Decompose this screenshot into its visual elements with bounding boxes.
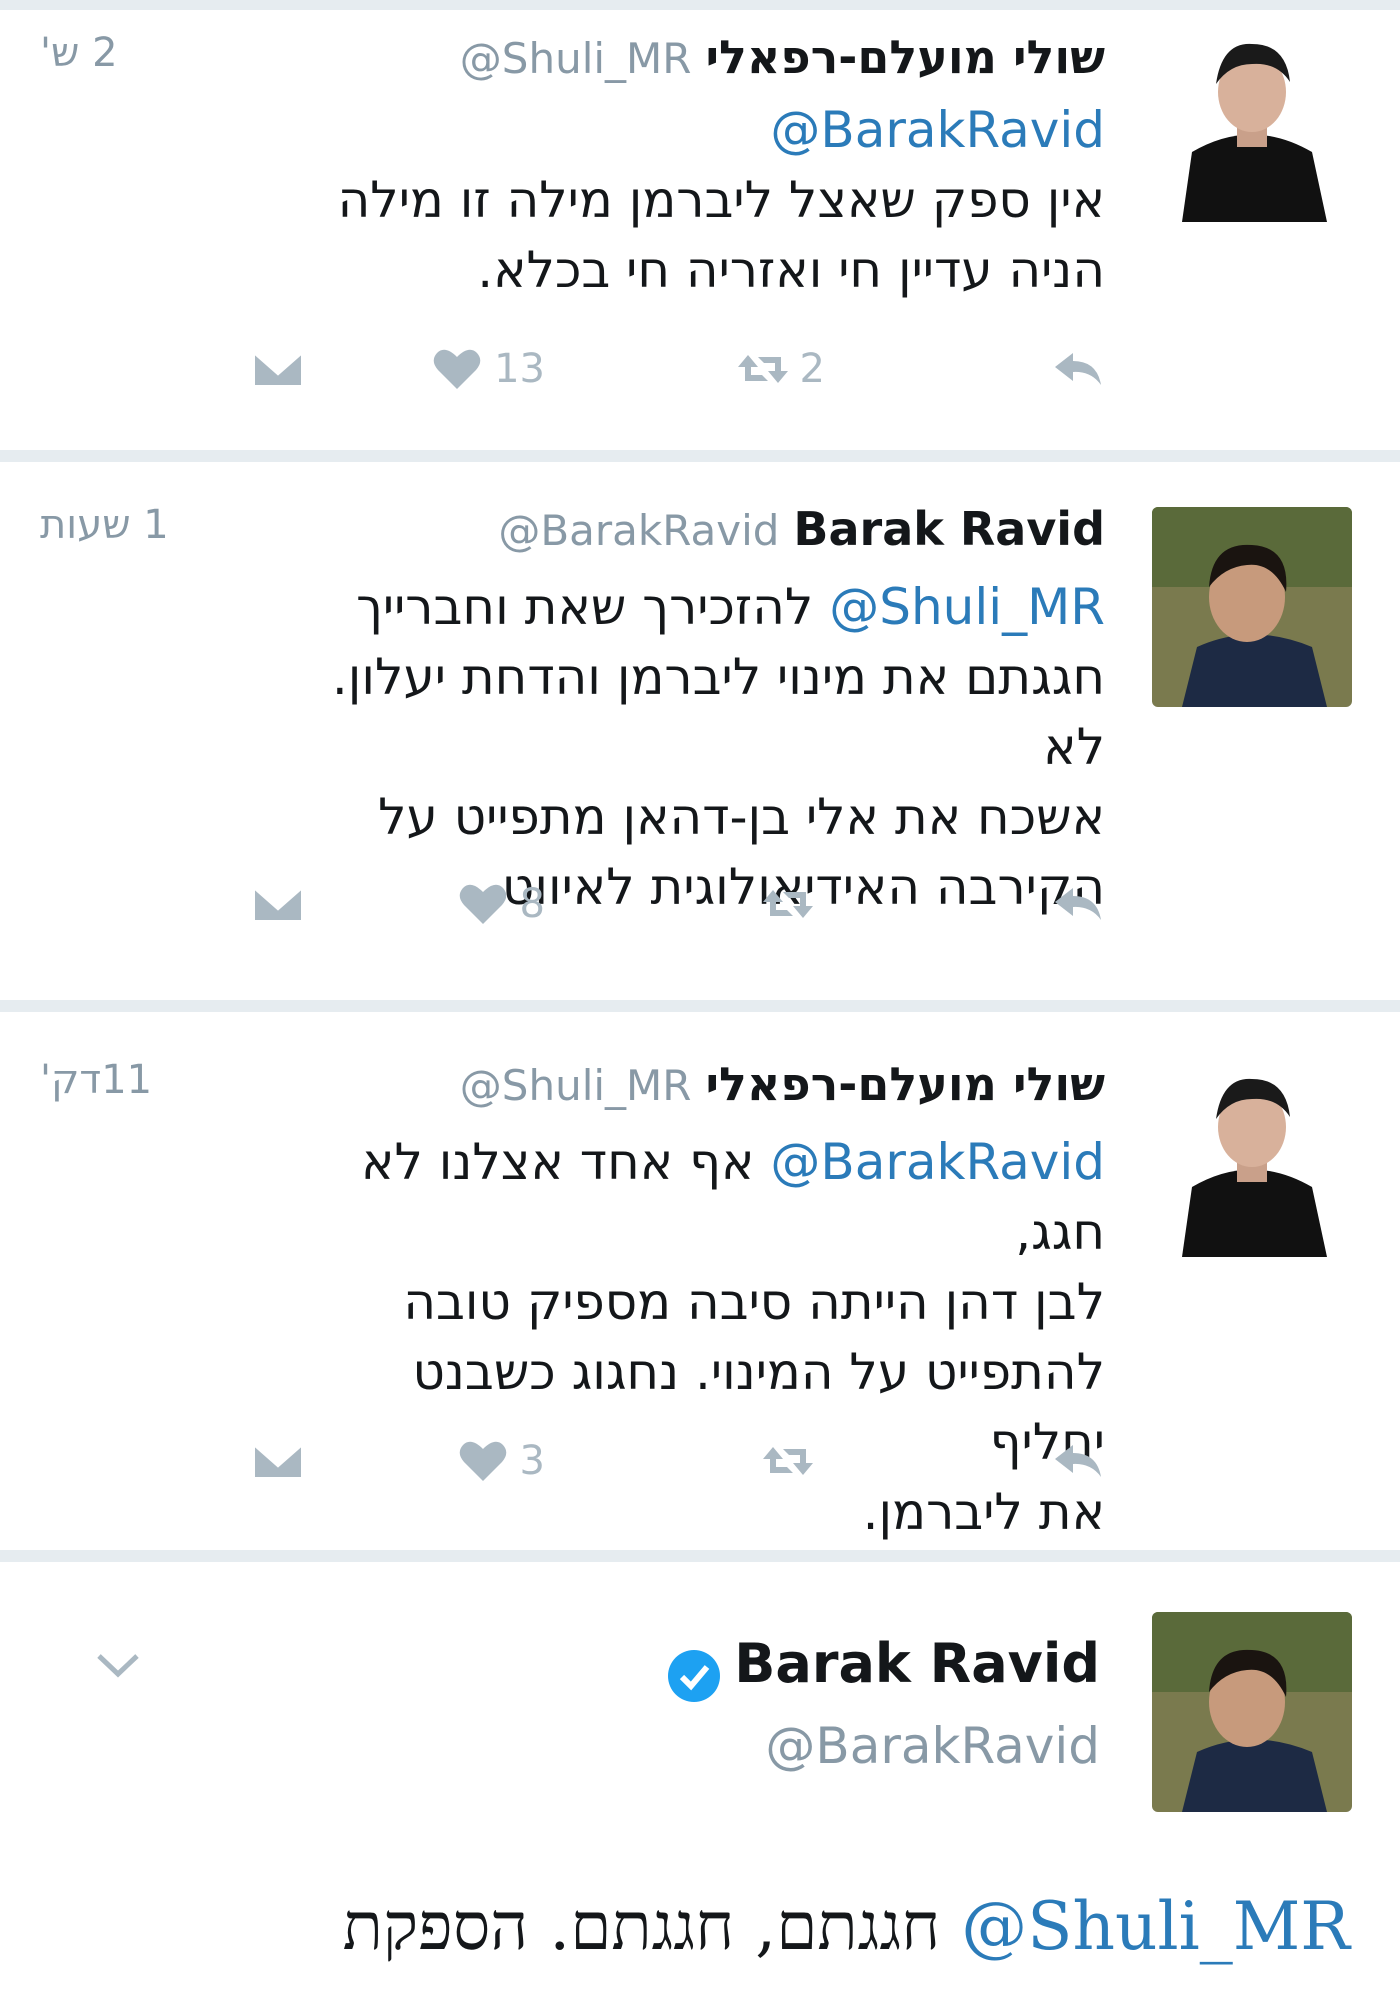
tweet-text-line: אין ספק שאצל ליברמן מילה זו מילה [337,171,1105,229]
envelope-icon [251,884,305,924]
top-divider [0,0,1400,10]
focused-tweet-text-content: חגגתם, חגגתם. הספקת [342,1888,941,1965]
tweet-author-name[interactable]: שולי מועלם-רפאלי [705,30,1105,84]
envelope-icon [251,1441,305,1481]
tweet-timestamp[interactable]: 2 ש' [40,30,118,76]
tweet-2[interactable]: Barak Ravid @BarakRavid 1 שעות @Shuli_MR … [0,462,1400,1000]
like-button[interactable]: 8 [456,880,545,928]
heart-icon [459,1441,506,1481]
focused-tweet[interactable]: Barak Ravid @BarakRavid @Shuli_MR חגגתם,… [0,1562,1400,2000]
focused-tweet-text: @Shuli_MR חגגתם, חגגתם. הספקת [40,1887,1350,1967]
retweet-icon [763,890,813,918]
reply-button[interactable] [1051,880,1105,928]
tweet-1[interactable]: שולי מועלם-רפאלי @Shuli_MR 2 ש' @BarakRav… [0,10,1400,450]
retweet-count: 2 [799,346,825,392]
retweet-button[interactable] [761,880,825,928]
tweet-author-handle[interactable]: @Shuli_MR [460,34,692,83]
tweet-text-line: הניה עדיין חי ואזריה חי בכלא. [477,241,1105,299]
focused-author-name[interactable]: Barak Ravid [734,1632,1100,1695]
like-button[interactable]: 3 [456,1437,545,1485]
direct-message-button[interactable] [251,345,305,393]
tweet-separator [0,450,1400,462]
chevron-down-icon[interactable] [95,1650,141,1684]
reply-icon [1055,1445,1101,1477]
reply-icon [1055,353,1101,385]
tweet-text-line: חגגתם את מינוי ליברמן והדחת יעלון. לא [331,648,1105,776]
tweet-3[interactable]: שולי מועלם-רפאלי @Shuli_MR 11דק' @BarakRa… [0,1012,1400,1550]
reply-button[interactable] [1051,345,1105,393]
like-count: 8 [519,881,545,927]
retweet-icon [737,355,788,383]
reply-button[interactable] [1051,1437,1105,1485]
tweet-timestamp[interactable]: 11דק' [40,1057,152,1103]
like-count: 3 [519,1438,545,1484]
tweet-text-line: אשכח את אלי בן-דהאן מתפייט על [378,788,1105,846]
mention-link[interactable]: @BarakRavid [770,101,1105,159]
focused-author-handle[interactable]: @BarakRavid [765,1717,1100,1775]
tweet-separator [0,1000,1400,1012]
tweet-author-handle[interactable]: @BarakRavid [498,506,779,555]
avatar-barak[interactable] [1152,1612,1352,1812]
mention-link[interactable]: @Shuli_MR [961,1888,1350,1965]
avatar-shuli[interactable] [1152,22,1352,222]
tweet-text: @Shuli_MR להזכירך שאת וחברייך חגגתם את מ… [285,572,1105,922]
retweet-button[interactable]: 2 [736,345,825,393]
tweet-text-line: להזכירך שאת וחברייך [356,578,814,636]
avatar-shuli[interactable] [1152,1057,1352,1257]
tweet-author-handle[interactable]: @Shuli_MR [460,1061,692,1110]
tweet-author-name[interactable]: Barak Ravid [793,502,1105,556]
tweet-text: @BarakRavid אין ספק שאצל ליברמן מילה זו … [285,95,1105,305]
heart-icon [459,884,506,924]
retweet-icon [763,1447,813,1475]
like-count: 13 [494,346,545,392]
like-button[interactable]: 13 [430,345,545,393]
heart-icon [433,349,481,389]
tweet-actions: 2 13 [245,345,1105,405]
tweet-actions: 8 [245,880,1105,940]
tweet-actions: 3 [245,1437,1105,1497]
tweet-separator [0,1550,1400,1562]
tweet-author-name[interactable]: שולי מועלם-רפאלי [705,1057,1105,1111]
envelope-icon [251,349,305,389]
reply-icon [1055,888,1101,920]
retweet-button[interactable] [761,1437,825,1485]
direct-message-button[interactable] [251,1437,305,1485]
mention-link[interactable]: @BarakRavid [770,1133,1105,1191]
direct-message-button[interactable] [251,880,305,928]
mention-link[interactable]: @Shuli_MR [829,578,1105,636]
tweet-text-line: לבן דהן הייתה סיבה מספיק טובה [403,1273,1105,1331]
avatar-barak[interactable] [1152,507,1352,707]
tweet-timestamp[interactable]: 1 שעות [40,502,169,548]
verified-badge-icon [666,1648,722,1708]
